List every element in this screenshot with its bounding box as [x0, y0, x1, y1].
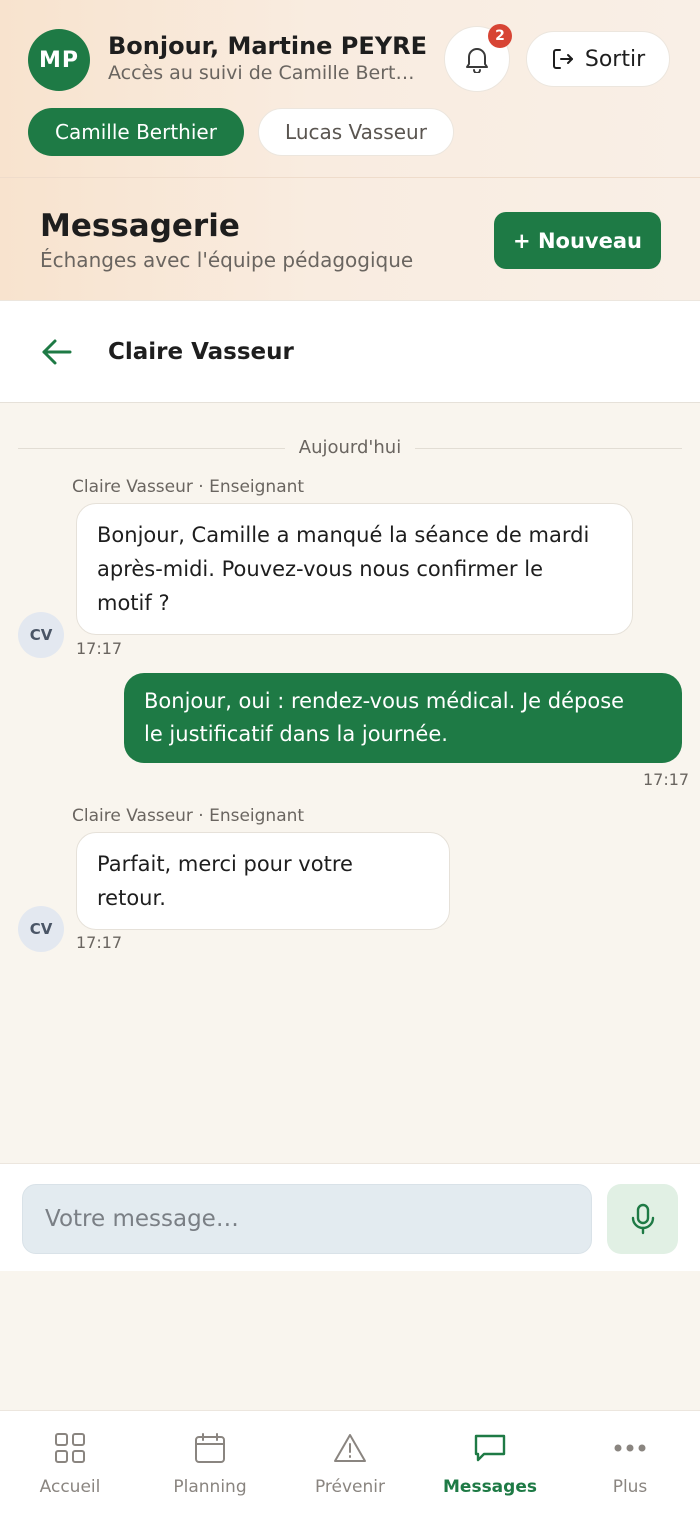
message-line: le justificatif dans la journée.: [144, 722, 448, 746]
message-composer: [0, 1163, 700, 1271]
message-sender: Claire Vasseur · Enseignant: [72, 806, 305, 826]
nav-label: Planning: [173, 1477, 247, 1497]
app-header: MP Bonjour, Martine PEYRE Accès au suivi…: [0, 0, 700, 178]
conversation-contact-name: Claire Vasseur: [108, 339, 294, 365]
nav-item-prevenir[interactable]: Prévenir: [280, 1411, 420, 1513]
message-input[interactable]: [22, 1184, 592, 1254]
bell-icon: [466, 48, 488, 73]
calendar-icon: [195, 1433, 225, 1463]
message-time: 17:17: [76, 639, 123, 658]
nav-label: Prévenir: [314, 1477, 386, 1497]
bottom-navigation: Accueil Planning Prévenir Messages Plus: [0, 1410, 700, 1513]
conversation-header: Claire Vasseur: [0, 300, 700, 403]
date-divider-label: Aujourd'hui: [284, 437, 416, 458]
nav-label: Messages: [443, 1477, 537, 1497]
logout-button[interactable]: Sortir: [526, 31, 670, 87]
date-divider: Aujourd'hui: [0, 437, 700, 458]
sender-avatar: CV: [18, 906, 64, 952]
back-arrow-icon[interactable]: [40, 337, 74, 367]
nav-item-plus[interactable]: Plus: [560, 1411, 700, 1513]
new-message-button[interactable]: + Nouveau: [494, 212, 661, 269]
greeting-text: Bonjour, Martine PEYRE: [108, 32, 428, 60]
nav-label: Accueil: [39, 1477, 101, 1497]
logout-label: Sortir: [584, 46, 646, 72]
nav-item-messages[interactable]: Messages: [420, 1411, 560, 1513]
nav-item-accueil[interactable]: Accueil: [0, 1411, 140, 1513]
microphone-icon: [631, 1203, 654, 1235]
message-time: 17:17: [76, 933, 123, 952]
message-line: retour.: [97, 886, 166, 910]
message-line: Bonjour, Camille a manqué la séance de m…: [97, 523, 590, 547]
message-line: Parfait, merci pour votre: [97, 852, 353, 876]
page-title: Messagerie: [40, 208, 240, 244]
sender-avatar: CV: [18, 612, 64, 658]
message-bubble-incoming[interactable]: Parfait, merci pour votre retour.: [76, 832, 450, 930]
message-time: 17:17: [643, 770, 690, 789]
message-thread[interactable]: Aujourd'hui Claire Vasseur · Enseignant …: [0, 403, 700, 1163]
nav-item-planning[interactable]: Planning: [140, 1411, 280, 1513]
logout-icon: [552, 49, 573, 69]
student-chip-lucas[interactable]: Lucas Vasseur: [258, 108, 454, 156]
message-line: Bonjour, oui : rendez-vous médical. Je d…: [144, 689, 625, 713]
warning-icon: [334, 1434, 366, 1462]
message-sender: Claire Vasseur · Enseignant: [72, 477, 305, 497]
message-bubble-outgoing[interactable]: Bonjour, oui : rendez-vous médical. Je d…: [124, 673, 682, 763]
student-chip-camille[interactable]: Camille Berthier: [28, 108, 244, 156]
access-text: Accès au suivi de Camille Berthier: [108, 62, 426, 84]
message-line: après-midi. Pouvez-vous nous confirmer l…: [97, 557, 543, 581]
message-line: motif ?: [97, 591, 170, 615]
user-avatar[interactable]: MP: [28, 29, 90, 91]
chat-icon: [474, 1434, 506, 1462]
notification-badge: 2: [488, 24, 512, 48]
nav-label: Plus: [612, 1477, 648, 1497]
grid-icon: [55, 1433, 85, 1463]
top-section: MP Bonjour, Martine PEYRE Accès au suivi…: [0, 0, 700, 300]
more-icon: [614, 1444, 646, 1452]
voice-message-button[interactable]: [607, 1184, 678, 1254]
page-subtitle: Échanges avec l'équipe pédagogique: [40, 248, 414, 272]
message-bubble-incoming[interactable]: Bonjour, Camille a manqué la séance de m…: [76, 503, 633, 635]
